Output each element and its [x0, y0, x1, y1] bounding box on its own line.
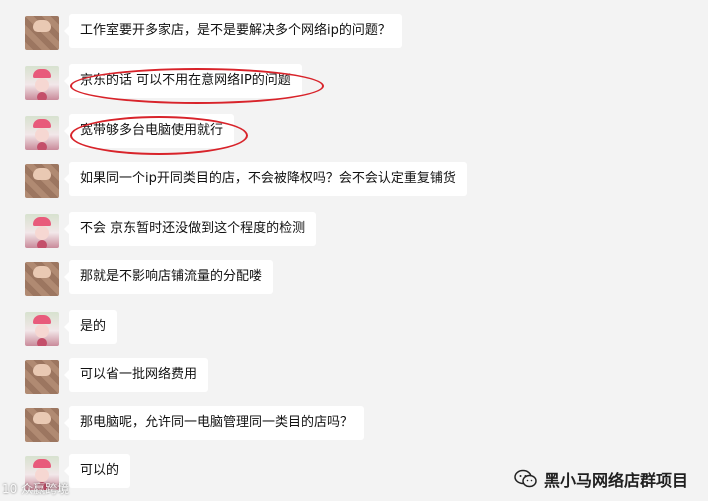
- avatar[interactable]: [25, 164, 59, 198]
- message-row: 宽带够多台电脑使用就行: [0, 112, 708, 155]
- brand-watermark: 黑小马网络店群项目: [514, 467, 688, 491]
- message-row: 可以省一批网络费用: [0, 356, 708, 396]
- message-bubble: 那就是不影响店铺流量的分配喽: [63, 260, 274, 294]
- message-bubble: 工作室要开多家店，是不是要解决多个网络ip的问题？: [64, 14, 402, 48]
- avatar[interactable]: [25, 312, 59, 346]
- avatar[interactable]: [25, 360, 59, 394]
- chat-window: 工作室要开多家店，是不是要解决多个网络ip的问题？ 京东的话 可以不用在意网络I…: [0, 0, 708, 501]
- message-bubble: 京东的话 可以不用在意网络IP的问题: [64, 64, 302, 98]
- avatar[interactable]: [25, 262, 59, 296]
- message-bubble: 宽带够多台电脑使用就行: [63, 114, 235, 148]
- message-row: 如果同一个ip开同类目的店，不会被降权吗？会不会认定重复铺货: [0, 160, 708, 200]
- message-row: 京东的话 可以不用在意网络IP的问题: [0, 62, 708, 104]
- message-bubble: 那电脑呢，允许同一电脑管理同一类目的店吗？: [63, 406, 365, 440]
- message-row: 那电脑呢，允许同一电脑管理同一类目的店吗？: [0, 404, 708, 444]
- watermark-left: 10 众赢跨境: [2, 482, 70, 496]
- avatar[interactable]: [25, 16, 59, 50]
- message-row: 那就是不影响店铺流量的分配喽: [0, 258, 708, 298]
- message-bubble: 如果同一个ip开同类目的店，不会被降权吗？会不会认定重复铺货: [64, 162, 467, 196]
- message-row: 不会 京东暂时还没做到这个程度的检测: [0, 210, 708, 250]
- avatar[interactable]: [25, 116, 59, 150]
- message-row: 工作室要开多家店，是不是要解决多个网络ip的问题？: [0, 12, 708, 52]
- message-bubble: 是的: [63, 310, 118, 344]
- avatar[interactable]: [25, 214, 59, 248]
- avatar[interactable]: [25, 66, 59, 100]
- message-row: 是的: [0, 308, 708, 348]
- message-bubble: 可以省一批网络费用: [63, 358, 209, 392]
- avatar[interactable]: [25, 408, 59, 442]
- message-bubble: 可以的: [63, 454, 131, 488]
- brand-name: 黑小马网络店群项目: [543, 471, 688, 490]
- message-bubble: 不会 京东暂时还没做到这个程度的检测: [63, 212, 317, 246]
- wechat-icon: [514, 469, 538, 489]
